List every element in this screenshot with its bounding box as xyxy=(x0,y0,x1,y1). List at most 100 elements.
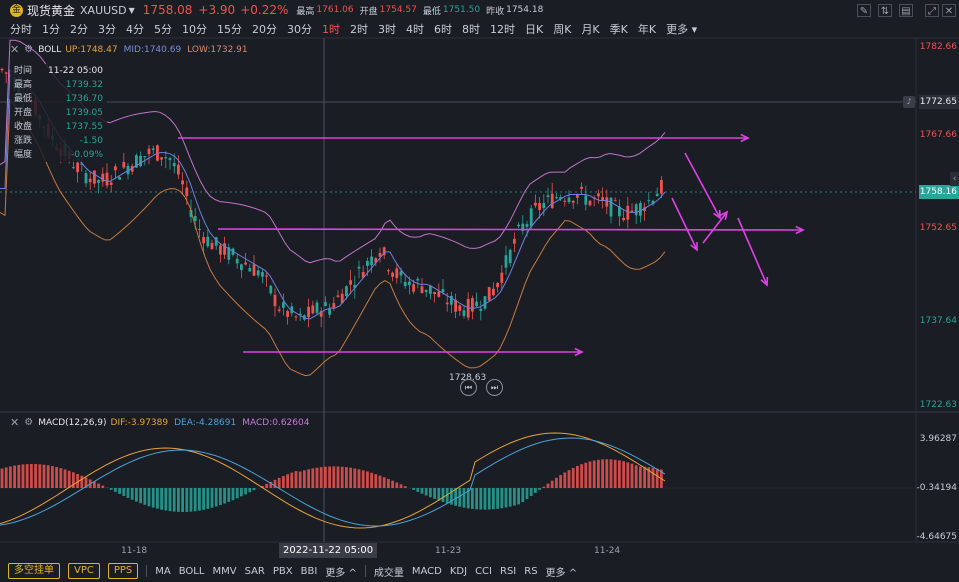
alert-bell-icon[interactable]: ♪ xyxy=(903,96,915,108)
macd-histogram-bar xyxy=(487,488,491,510)
macd-histogram-bar xyxy=(370,472,373,488)
candle-body xyxy=(349,280,352,285)
price-axis-label: 1782.66 xyxy=(919,42,957,52)
macd-settings-icon[interactable]: ⚙ xyxy=(24,417,33,428)
tooltip-row-close: 收盘 1737.55 xyxy=(10,120,107,134)
candle-body xyxy=(626,205,630,220)
boll-settings-icon[interactable]: ⚙ xyxy=(24,44,33,55)
boll-name[interactable]: BOLL xyxy=(38,45,61,55)
macd-histogram-bar xyxy=(210,488,214,508)
macd-histogram-bar xyxy=(576,465,579,488)
macd-histogram-bar xyxy=(588,461,592,488)
candle-body xyxy=(244,262,247,265)
macd-histogram-bar xyxy=(542,486,546,488)
main-indicator-tab[interactable]: 更多 ^ xyxy=(325,564,357,579)
kline-chart[interactable] xyxy=(0,0,959,582)
candle-body xyxy=(164,157,168,159)
candle-body xyxy=(181,180,184,185)
candle-body xyxy=(147,148,151,155)
macd-histogram-bar xyxy=(30,464,33,488)
close-macd-icon[interactable]: ✕ xyxy=(10,416,19,429)
macd-histogram-bar xyxy=(189,488,193,512)
toolbar-button[interactable]: PPS xyxy=(107,563,139,579)
macd-histogram-bar xyxy=(622,461,625,488)
sub-indicator-tab[interactable]: RS xyxy=(524,566,537,577)
macd-histogram-bar xyxy=(298,471,302,488)
sub-indicator-tab[interactable]: KDJ xyxy=(450,566,467,577)
candle-body xyxy=(416,278,420,281)
trend-arrow xyxy=(702,211,728,244)
candle-body xyxy=(597,193,600,197)
crosshair-price-tag: 1772.65 xyxy=(919,95,959,109)
candle-body xyxy=(324,302,327,306)
candle-body xyxy=(248,267,252,272)
candle-body xyxy=(357,266,361,269)
macd-histogram-bar xyxy=(546,483,550,488)
macd-histogram-bar xyxy=(345,467,348,488)
jump-end-icon[interactable]: ⏭ xyxy=(486,379,503,396)
macd-histogram-bar xyxy=(626,462,630,488)
sub-indicator-tab[interactable]: MACD xyxy=(412,566,442,577)
tooltip-row-pct: 幅度 -0.09% xyxy=(10,148,107,162)
close-boll-icon[interactable]: ✕ xyxy=(10,43,19,56)
macd-histogram-bar xyxy=(51,466,54,488)
candle-body xyxy=(286,311,289,317)
tooltip-row-low: 最低 1736.70 xyxy=(10,92,107,106)
macd-histogram-bar xyxy=(639,466,642,488)
macd-histogram-bar xyxy=(563,472,567,488)
macd-histogram-bar xyxy=(219,488,222,506)
macd-histogram-bar xyxy=(97,483,100,488)
macd-name[interactable]: MACD(12,26,9) xyxy=(38,418,106,428)
sub-indicator-tab[interactable]: 成交量 xyxy=(374,564,404,579)
macd-histogram-bar xyxy=(601,459,604,488)
main-indicator-tab[interactable]: PBX xyxy=(273,566,293,577)
candle-body xyxy=(151,148,155,150)
candle-body xyxy=(168,158,172,161)
toolbar-button[interactable]: 多空挂单 xyxy=(8,563,60,579)
sub-indicator-tab[interactable]: RSI xyxy=(500,566,516,577)
macd-histogram-bar xyxy=(67,470,71,488)
macd-histogram-bar xyxy=(38,464,42,488)
macd-histogram-bar xyxy=(122,488,126,496)
sub-indicator-tab[interactable]: 更多 ^ xyxy=(546,564,578,579)
macd-histogram-bar xyxy=(164,488,168,511)
macd-histogram-bar xyxy=(634,465,638,488)
trend-arrow xyxy=(684,152,721,219)
macd-histogram-bar xyxy=(357,469,361,488)
candle-body xyxy=(122,161,126,168)
macd-histogram-bar xyxy=(597,459,600,488)
macd-histogram-bar xyxy=(571,467,575,488)
candle-body xyxy=(109,182,113,185)
main-indicator-tab[interactable]: BBI xyxy=(301,566,318,577)
candle-body xyxy=(555,197,558,199)
candle-body xyxy=(420,286,424,293)
candle-body xyxy=(387,270,390,272)
main-indicator-tab[interactable]: BOLL xyxy=(179,566,205,577)
trend-arrow xyxy=(671,197,698,251)
candle-body xyxy=(496,283,499,288)
candle-body xyxy=(114,166,117,171)
candle-body xyxy=(210,242,214,250)
candle-body xyxy=(429,286,432,294)
macd-histogram-bar xyxy=(458,488,462,507)
candle-body xyxy=(630,210,634,212)
candle-body xyxy=(483,296,487,309)
main-indicator-tab[interactable]: MMV xyxy=(212,566,236,577)
candle-body xyxy=(605,197,609,207)
jump-start-icon[interactable]: ⏮ xyxy=(460,379,477,396)
tooltip-value: 1739.32 xyxy=(65,80,103,90)
macd-histogram-bar xyxy=(9,466,12,488)
main-indicator-tab[interactable]: MA xyxy=(155,566,170,577)
toolbar-button[interactable]: VPC xyxy=(68,563,100,579)
macd-histogram-bar xyxy=(252,488,256,491)
sub-indicator-tab[interactable]: CCI xyxy=(475,566,492,577)
macd-histogram-bar xyxy=(147,488,151,507)
main-indicator-tab[interactable]: SAR xyxy=(245,566,265,577)
candle-body xyxy=(517,224,520,227)
candle-body xyxy=(206,236,210,247)
macd-histogram-bar xyxy=(538,488,541,490)
macd-histogram-bar xyxy=(374,474,378,488)
macd-histogram-bar xyxy=(248,488,252,493)
candle-body xyxy=(307,306,310,318)
collapse-panel-icon[interactable]: ‹ xyxy=(950,172,959,186)
